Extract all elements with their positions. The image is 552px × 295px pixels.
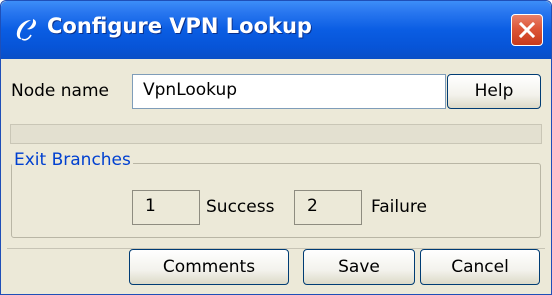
dialog-body: Node name VpnLookup Help Exit Branches 1…	[7, 59, 545, 290]
branch-label-failure: Failure	[371, 197, 427, 217]
cancel-button[interactable]: Cancel	[420, 249, 540, 285]
comments-button[interactable]: Comments	[129, 249, 289, 285]
save-button[interactable]: Save	[303, 249, 415, 285]
branch-label-success: Success	[206, 197, 275, 217]
window-title: Configure VPN Lookup	[47, 14, 312, 38]
help-button[interactable]: Help	[447, 74, 541, 109]
title-bar[interactable]: Configure VPN Lookup	[1, 1, 551, 59]
script-icon	[16, 19, 37, 41]
node-name-label: Node name	[11, 81, 109, 101]
node-name-input[interactable]: VpnLookup	[132, 74, 446, 109]
close-button[interactable]	[511, 14, 543, 46]
dialog-window: Configure VPN Lookup Node name VpnLookup…	[0, 0, 552, 295]
branch-number: 2	[294, 190, 362, 225]
status-strip	[10, 124, 542, 144]
exit-branches-group	[11, 163, 541, 238]
branch-number: 1	[132, 190, 200, 225]
exit-branches-legend: Exit Branches	[12, 150, 133, 170]
close-icon	[519, 22, 535, 38]
